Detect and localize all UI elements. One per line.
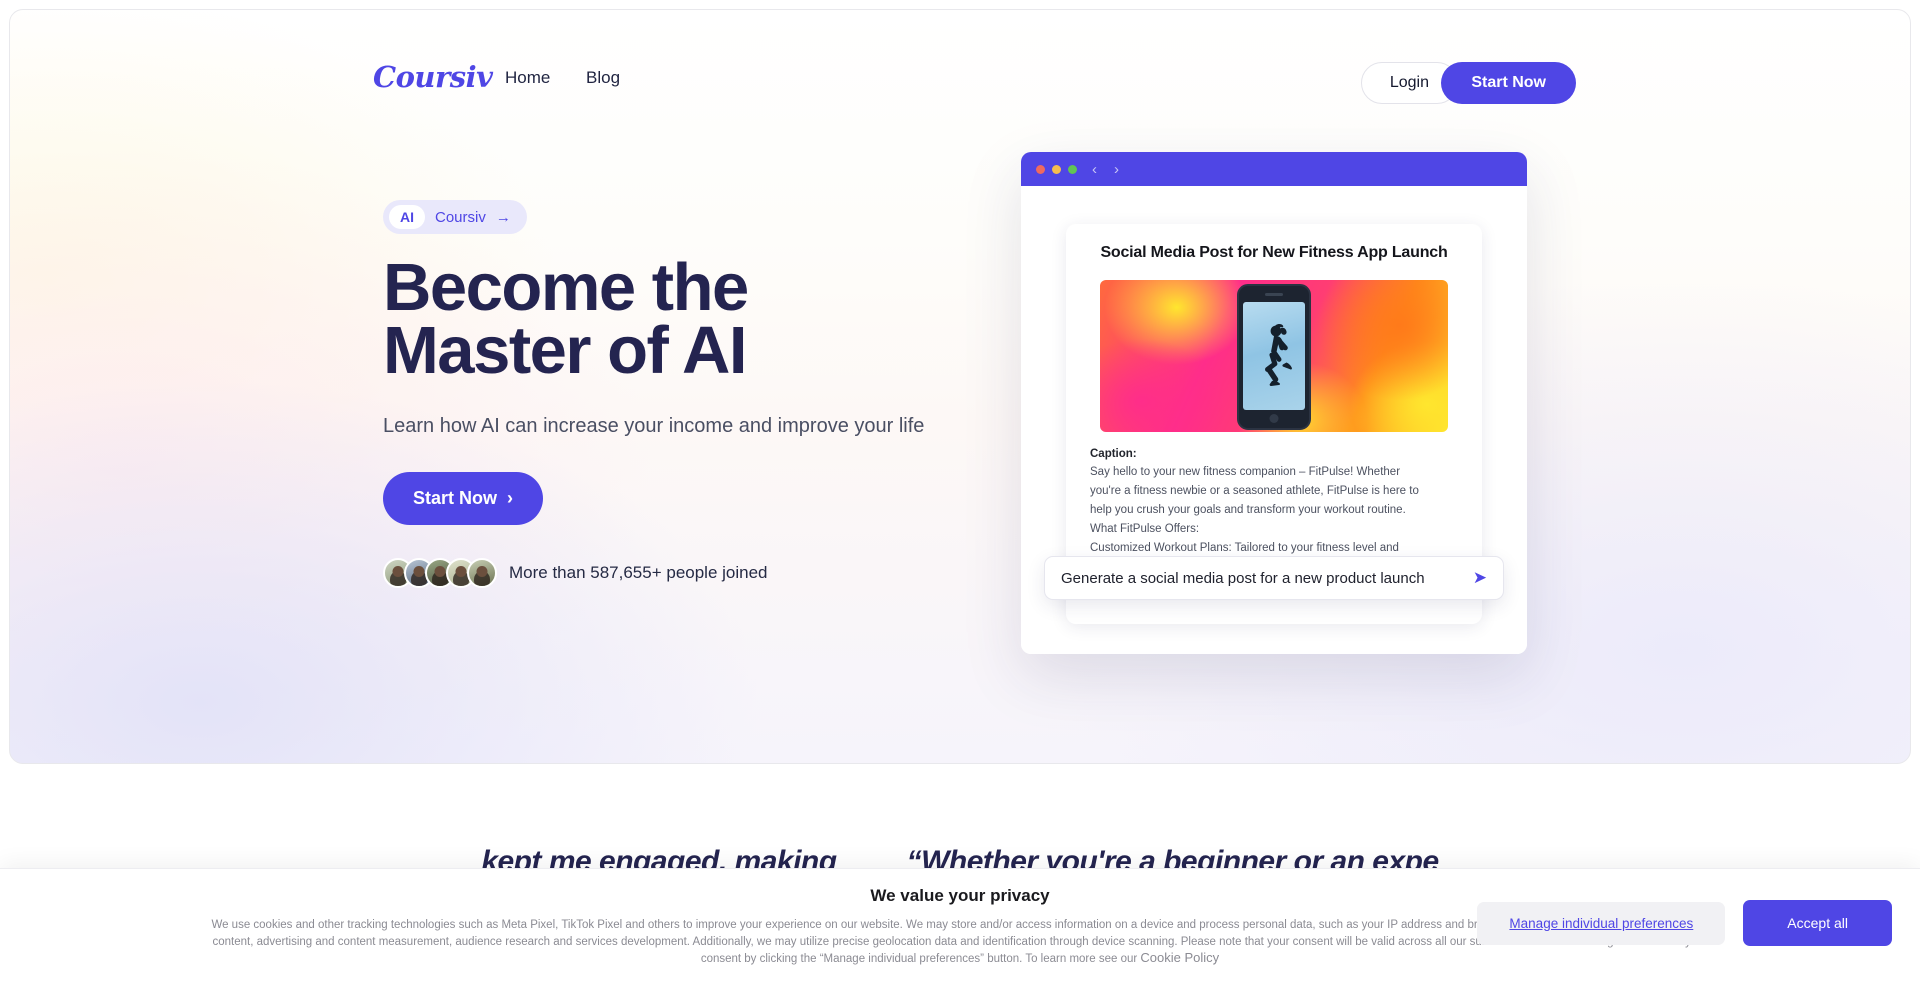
maximize-dot-icon [1068,164,1077,174]
nav-link-blog[interactable]: Blog [586,68,620,88]
start-now-nav-button[interactable]: Start Now [1441,62,1576,104]
badge-ai-tag: AI [389,205,425,229]
caption-body: Say hello to your new fitness companion … [1090,463,1458,558]
caption-line: Say hello to your new fitness companion … [1090,466,1401,478]
phone-home-button-icon [1269,414,1279,423]
browser-titlebar: ‹ › [1021,152,1527,186]
hero-subtitle: Learn how AI can increase your income an… [383,415,925,437]
social-proof-text: More than 587,655+ people joined [509,563,768,582]
minimize-dot-icon [1052,164,1061,174]
nav-link-home[interactable]: Home [505,68,550,88]
accept-all-button[interactable]: Accept all [1743,900,1892,946]
chevron-right-icon: › [507,488,514,508]
badge-label: Coursiv [435,208,486,226]
avatar [467,558,497,588]
phone-mockup [1237,284,1311,430]
navbar: Coursiv Home Blog Login Start Now [10,10,1910,130]
browser-mockup: ‹ › Social Media Post for New Fitness Ap… [1021,152,1527,654]
chevron-right-icon[interactable]: › [1114,161,1119,178]
close-dot-icon [1036,164,1045,174]
social-proof: More than 587,655+ people joined [383,558,768,588]
cookie-policy-link[interactable]: Cookie Policy [1140,950,1219,965]
arrow-right-icon: → [495,208,511,226]
headline-line-2: Master of AI [383,313,747,388]
cookie-consent-banner: We value your privacy We use cookies and… [0,868,1920,993]
browser-content: Social Media Post for New Fitness App La… [1021,186,1527,654]
start-now-hero-label: Start Now [413,488,498,508]
caption-line: you're a fitness newbie or a seasoned at… [1090,485,1419,497]
manage-preferences-button[interactable]: Manage individual preferences [1477,901,1726,945]
ai-coursiv-badge[interactable]: AI Coursiv → [383,200,527,234]
caption-line: What FitPulse Offers: [1090,523,1200,535]
post-card-title: Social Media Post for New Fitness App La… [1100,244,1448,261]
runner-silhouette-icon [1265,323,1292,387]
start-now-hero-button[interactable]: Start Now › [383,472,544,525]
prompt-input[interactable]: Generate a social media post for a new p… [1061,570,1473,587]
cookie-banner-actions: Manage individual preferences Accept all [1477,900,1892,946]
cookie-text-line-1: We use cookies and other tracking techno… [211,919,1628,931]
phone-speaker-icon [1265,293,1283,296]
phone-screen [1243,302,1305,410]
avatar-group [383,558,497,588]
page-root: Coursiv Home Blog Login Start Now AI Cou… [0,0,1920,993]
fitness-artwork-image [1100,280,1448,432]
page-title: Become the Master of AI [383,254,749,384]
caption-label: Caption: [1090,448,1137,460]
caption-line: help you crush your goals and transform … [1090,504,1406,516]
prompt-input-bar[interactable]: Generate a social media post for a new p… [1044,556,1504,600]
hero-section: Coursiv Home Blog Login Start Now AI Cou… [9,9,1911,764]
send-icon[interactable]: ➤ [1473,568,1487,588]
coursiv-logo[interactable]: Coursiv [373,60,493,94]
chevron-left-icon[interactable]: ‹ [1092,161,1097,178]
